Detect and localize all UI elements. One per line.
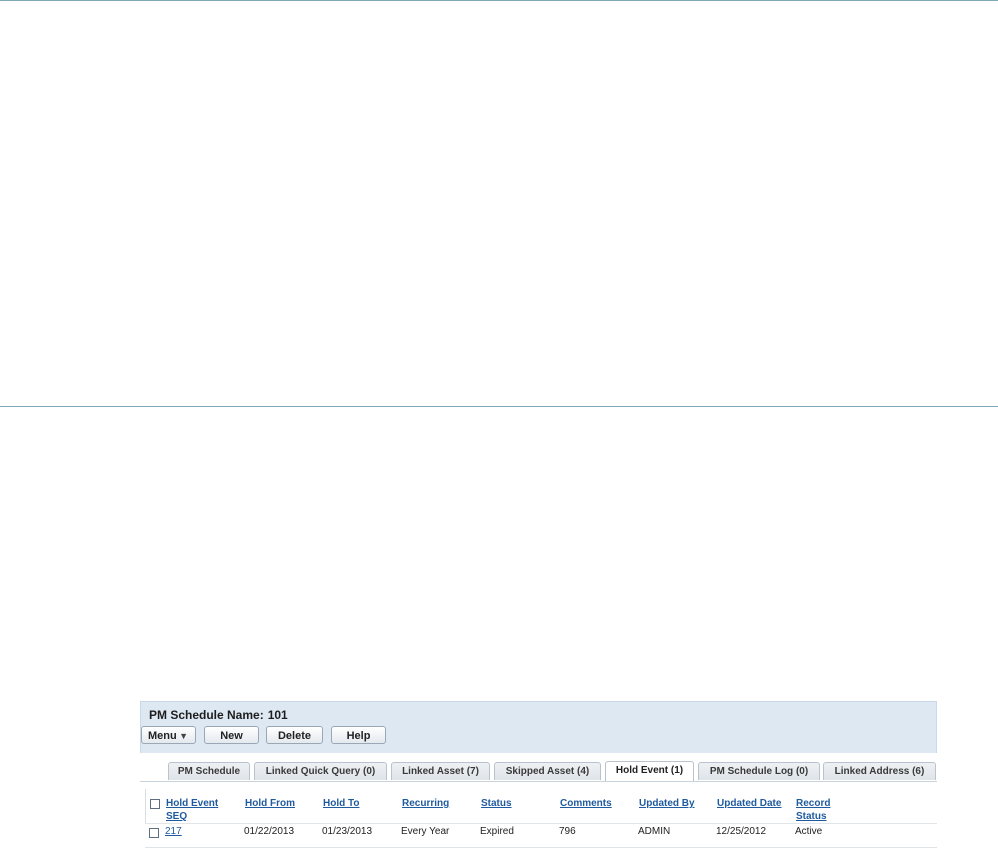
pm-schedule-panel: PM Schedule Name: 101 Menu ▼︎ New Delete … — [140, 701, 938, 848]
help-button[interactable]: Help — [331, 726, 386, 744]
tab-skipped-asset[interactable]: Skipped Asset (4) — [494, 762, 601, 780]
chevron-down-icon: ▼︎ — [179, 731, 188, 741]
cell-hold-from: 01/22/2013 — [244, 826, 295, 837]
cell-hold-to: 01/23/2013 — [322, 826, 373, 837]
column-header-recurring[interactable]: Recurring — [402, 797, 449, 810]
tab-pm-schedule[interactable]: PM Schedule — [168, 762, 250, 780]
middle-divider — [0, 406, 998, 407]
tab-linked-address[interactable]: Linked Address (6) — [823, 762, 936, 780]
row-divider — [145, 823, 937, 824]
cell-recurring: Every Year — [401, 826, 450, 837]
tab-baseline — [140, 781, 937, 782]
tab-linked-quick-query[interactable]: Linked Quick Query (0) — [254, 762, 387, 780]
top-divider — [0, 0, 998, 1]
column-header-comments[interactable]: Comments — [560, 797, 612, 810]
tab-pm-schedule-log[interactable]: PM Schedule Log (0) — [698, 762, 820, 780]
new-button[interactable]: New — [204, 726, 259, 744]
column-header-hold-to[interactable]: Hold To — [323, 797, 359, 810]
tab-linked-asset[interactable]: Linked Asset (7) — [391, 762, 490, 780]
cell-status: Expired — [480, 826, 514, 837]
menu-button-label: Menu — [148, 730, 177, 742]
select-all-checkbox[interactable] — [150, 799, 160, 809]
cell-hold-event-seq[interactable]: 217 — [165, 826, 182, 837]
column-header-hold-event-seq[interactable]: Hold Event SEQ — [166, 797, 218, 823]
record-value: 101 — [267, 708, 288, 722]
record-header: PM Schedule Name: 101 Menu ▼︎ New Delete … — [140, 701, 937, 753]
cell-updated-date: 12/25/2012 — [716, 826, 767, 837]
cell-record-status: Active — [795, 826, 823, 837]
cell-comments: 796 — [559, 826, 576, 837]
page-title: PM Schedule Name: 101 — [149, 708, 288, 722]
column-header-updated-by[interactable]: Updated By — [639, 797, 695, 810]
column-header-hold-from[interactable]: Hold From — [245, 797, 295, 810]
delete-button[interactable]: Delete — [266, 726, 323, 744]
menu-button[interactable]: Menu ▼︎ — [141, 726, 196, 744]
tab-hold-event[interactable]: Hold Event (1) — [605, 761, 694, 781]
column-header-record-status[interactable]: Record Status — [796, 797, 830, 823]
column-header-status[interactable]: Status — [481, 797, 512, 810]
column-header-updated-date[interactable]: Updated Date — [717, 797, 781, 810]
row-checkbox[interactable] — [149, 828, 159, 838]
table-header: Hold Event SEQ Hold From Hold To Recurri… — [145, 789, 938, 823]
record-label: PM Schedule Name: — [149, 708, 264, 722]
cell-updated-by: ADMIN — [638, 826, 671, 837]
